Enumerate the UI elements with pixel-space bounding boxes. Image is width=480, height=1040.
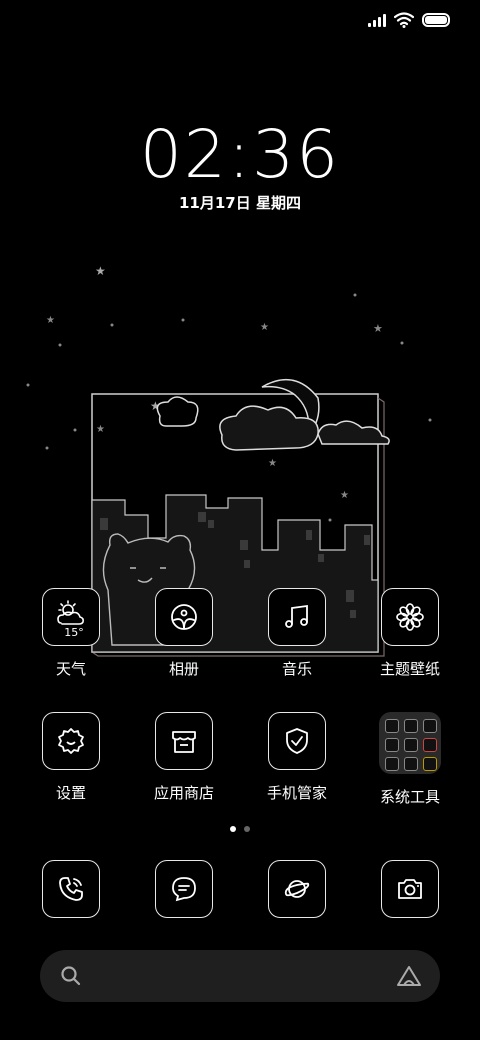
mini-app-icon bbox=[423, 757, 437, 771]
moon-cloud bbox=[156, 379, 390, 451]
mini-app-icon bbox=[423, 719, 437, 733]
svg-text:★: ★ bbox=[268, 458, 277, 469]
stars: ★ ★ ★ ★ ★ ★ ★ ★ bbox=[26, 264, 432, 522]
security-icon bbox=[268, 712, 326, 770]
search-icon bbox=[61, 966, 81, 986]
theme-icon bbox=[381, 588, 439, 646]
signal-icon bbox=[368, 13, 386, 27]
status-icons bbox=[368, 12, 450, 28]
gallery-icon bbox=[155, 588, 213, 646]
wifi-icon bbox=[394, 12, 414, 28]
dock-camera[interactable] bbox=[360, 860, 460, 918]
app-label: 应用商店 bbox=[153, 784, 214, 802]
mini-app-icon bbox=[404, 719, 418, 733]
dock-browser[interactable] bbox=[247, 860, 347, 918]
page-dot[interactable] bbox=[244, 826, 250, 832]
app-label: 设置 bbox=[55, 784, 86, 802]
app-settings[interactable]: 设置 bbox=[21, 712, 121, 803]
battery-icon bbox=[422, 13, 450, 27]
app-label: 主题壁纸 bbox=[379, 660, 440, 678]
weather-icon: 15° bbox=[42, 588, 100, 646]
app-gallery[interactable]: 相册 bbox=[134, 588, 234, 679]
weather-temp: 15° bbox=[64, 626, 84, 637]
clock-time[interactable]: 02:36 bbox=[0, 120, 480, 190]
page-indicator[interactable] bbox=[0, 826, 480, 832]
app-weather[interactable]: 15° 天气 bbox=[21, 588, 121, 679]
app-store[interactable]: 应用商店 bbox=[134, 712, 234, 803]
app-label: 音乐 bbox=[281, 660, 312, 678]
phone-icon bbox=[42, 860, 100, 918]
app-label: 相册 bbox=[168, 660, 199, 678]
app-folder-tools[interactable]: 系统工具 bbox=[360, 712, 460, 807]
messages-icon bbox=[155, 860, 213, 918]
battery-level bbox=[425, 16, 447, 24]
svg-text:★: ★ bbox=[260, 322, 269, 333]
page-dot-active[interactable] bbox=[230, 826, 236, 832]
assistant-icon[interactable] bbox=[396, 964, 422, 988]
mini-app-icon bbox=[385, 738, 399, 752]
app-security[interactable]: 手机管家 bbox=[247, 712, 347, 803]
status-bar bbox=[0, 0, 480, 40]
camera-icon bbox=[381, 860, 439, 918]
mini-app-icon bbox=[385, 757, 399, 771]
settings-icon bbox=[42, 712, 100, 770]
search-bar[interactable] bbox=[40, 950, 440, 1002]
svg-text:★: ★ bbox=[340, 490, 349, 501]
app-music[interactable]: 音乐 bbox=[247, 588, 347, 679]
music-icon bbox=[268, 588, 326, 646]
app-label: 系统工具 bbox=[379, 788, 440, 806]
app-label: 手机管家 bbox=[266, 784, 327, 802]
dock-messages[interactable] bbox=[134, 860, 234, 918]
dock-phone[interactable] bbox=[21, 860, 121, 918]
mini-app-icon bbox=[423, 738, 437, 752]
clock-date[interactable]: 11月17日 星期四 bbox=[0, 192, 480, 213]
svg-text:★: ★ bbox=[95, 264, 106, 278]
svg-text:★: ★ bbox=[46, 315, 55, 326]
mini-app-icon bbox=[385, 719, 399, 733]
app-label: 天气 bbox=[55, 660, 86, 678]
folder-icon bbox=[379, 712, 441, 774]
mini-app-icon bbox=[404, 738, 418, 752]
svg-text:★: ★ bbox=[373, 322, 383, 335]
mini-app-icon bbox=[404, 757, 418, 771]
svg-text:★: ★ bbox=[96, 424, 105, 435]
store-icon bbox=[155, 712, 213, 770]
browser-icon bbox=[268, 860, 326, 918]
app-theme[interactable]: 主题壁纸 bbox=[360, 588, 460, 679]
